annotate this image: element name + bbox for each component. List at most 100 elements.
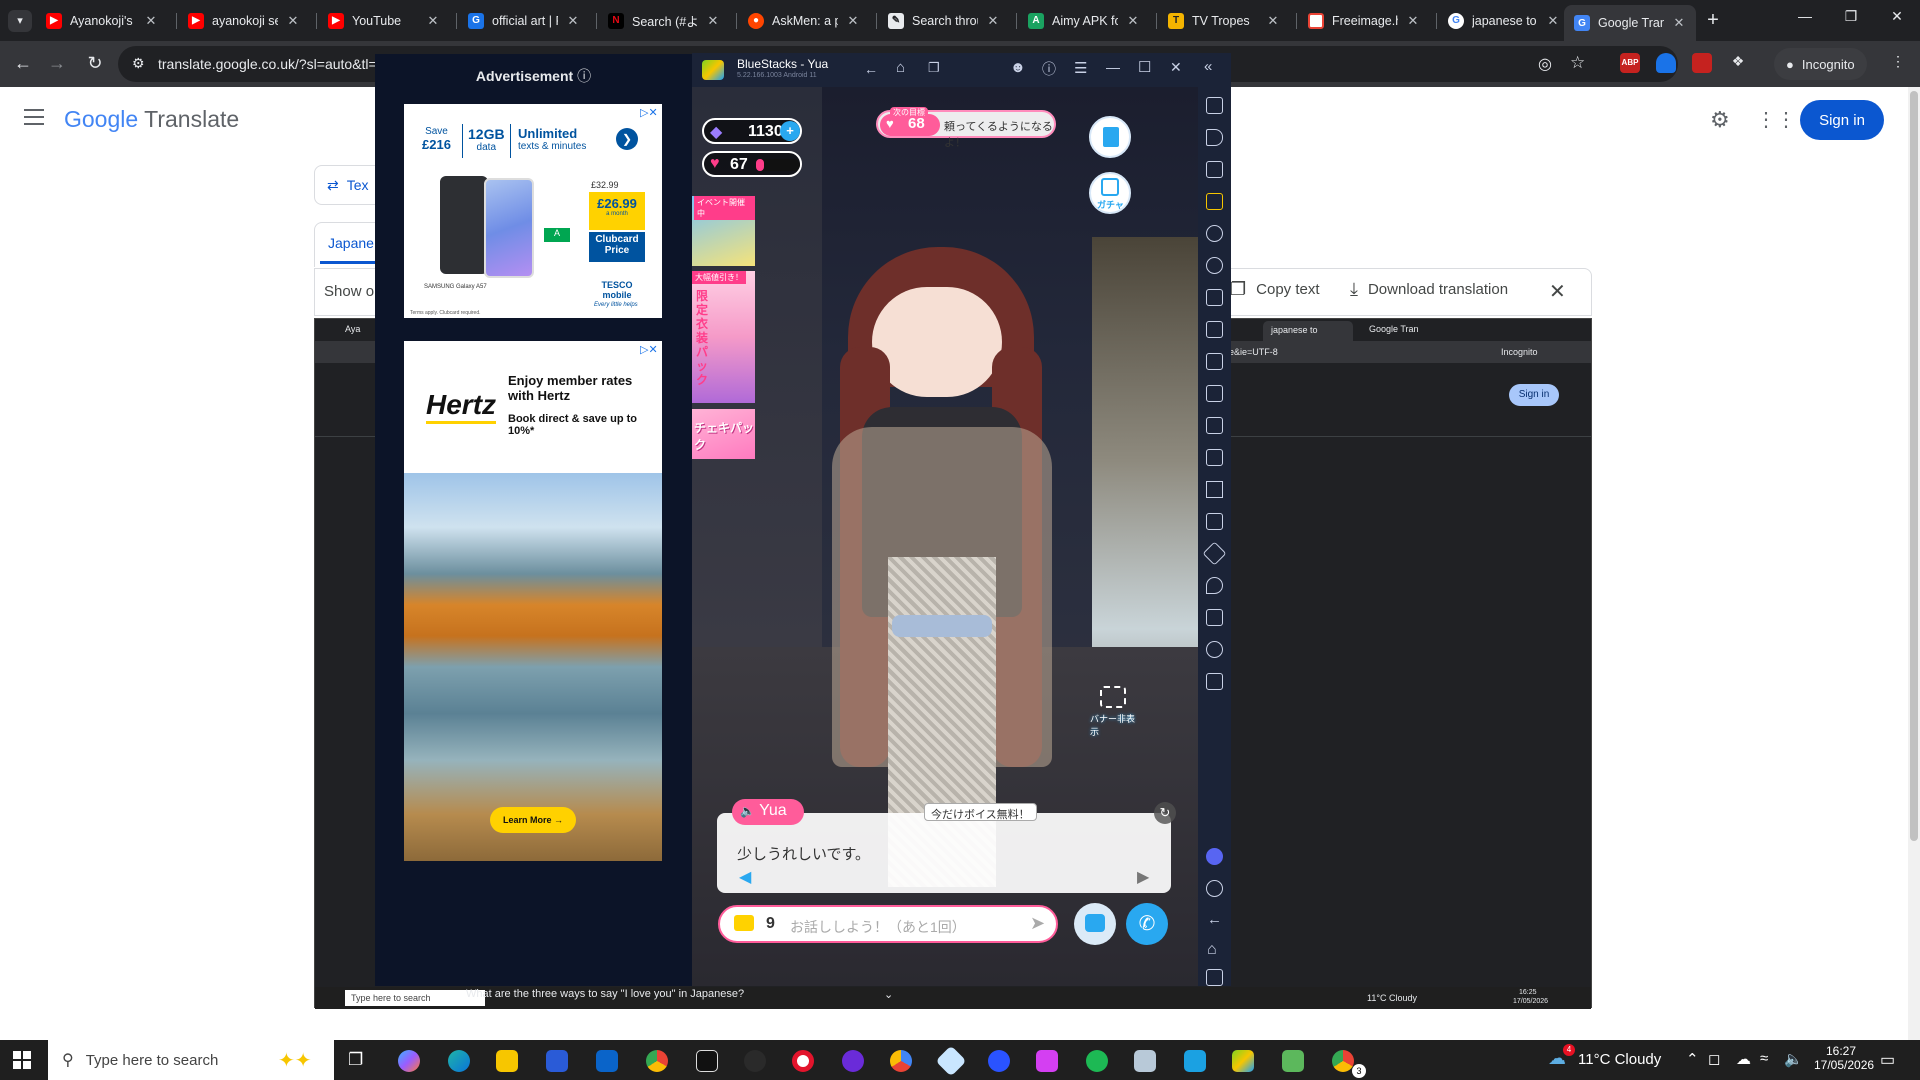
- inner-tab-2[interactable]: Google Tran: [1369, 324, 1419, 334]
- star-icon[interactable]: ☆: [1570, 53, 1585, 73]
- close-icon[interactable]: ✕: [1549, 279, 1566, 304]
- app-grey-icon[interactable]: [1134, 1050, 1156, 1072]
- onedrive-icon[interactable]: ☁: [1736, 1050, 1751, 1068]
- adchoices-icon[interactable]: ▷✕: [640, 106, 658, 119]
- hide-banner-button[interactable]: バナー非表示: [1090, 682, 1138, 737]
- site-info-icon[interactable]: ⚙: [132, 55, 145, 72]
- tab-3[interactable]: Gofficial art | F ✕: [458, 6, 590, 35]
- multi-instance-icon[interactable]: [1206, 513, 1223, 530]
- screenshot-icon[interactable]: [1206, 353, 1223, 370]
- ad-next-icon[interactable]: ❯: [616, 128, 638, 150]
- extension-red-icon[interactable]: [1692, 53, 1712, 73]
- help-icon[interactable]: ⓘ: [1042, 59, 1056, 79]
- task-view-icon[interactable]: ❐: [348, 1050, 363, 1070]
- minimize-icon[interactable]: —: [1106, 59, 1120, 75]
- app-circle-icon[interactable]: [744, 1050, 766, 1072]
- forward-icon[interactable]: →: [46, 53, 68, 74]
- tab-search-button[interactable]: ▾: [8, 10, 32, 32]
- minimize-button[interactable]: —: [1790, 8, 1820, 24]
- capture-icon[interactable]: [1206, 385, 1223, 402]
- gem-counter[interactable]: ◆ 1130 +: [702, 118, 802, 144]
- app-purple-icon[interactable]: [842, 1050, 864, 1072]
- speaker-tag[interactable]: 🔈 Yua: [732, 799, 804, 825]
- tab-6[interactable]: ✎ Search throu ✕: [878, 6, 1010, 35]
- game-screen[interactable]: ◆ 1130 + ♥ 67 次の目標 ♥ 68 頼ってくるようになるよ！ ガチャ…: [692, 87, 1198, 986]
- close-icon[interactable]: ✕: [1546, 13, 1560, 29]
- show-original-text[interactable]: Show o: [324, 283, 374, 300]
- app-magenta-icon[interactable]: [1036, 1050, 1058, 1072]
- clock[interactable]: 16:27 17/05/2026: [1814, 1044, 1874, 1072]
- inner-tab-1[interactable]: japanese to: [1263, 321, 1353, 341]
- weather-widget[interactable]: 11°C Cloudy: [1578, 1051, 1661, 1068]
- network-icon[interactable]: ≈: [1760, 1050, 1768, 1067]
- gacha-button[interactable]: ガチャ: [1089, 172, 1131, 214]
- close-icon[interactable]: ✕: [286, 13, 300, 29]
- adblock-icon[interactable]: ABP: [1620, 53, 1640, 73]
- keyboard-controls-icon[interactable]: [1206, 193, 1223, 210]
- tab-8[interactable]: T TV Tropes ✕: [1158, 6, 1290, 35]
- close-icon[interactable]: ✕: [986, 13, 1000, 29]
- recent-apps-icon[interactable]: ❐: [928, 60, 940, 76]
- voice-free-badge[interactable]: 今だけボイス無料！: [924, 803, 1037, 821]
- eco-mode-icon[interactable]: [1206, 417, 1223, 434]
- collapse-sidebar-icon[interactable]: «: [1204, 58, 1212, 75]
- cheki-banner[interactable]: チェキパック: [692, 409, 755, 459]
- chat-log-button[interactable]: [1074, 903, 1116, 945]
- tab-9[interactable]: Freeimage.h ✕: [1298, 6, 1430, 35]
- close-icon[interactable]: ✕: [566, 13, 580, 29]
- tab-4[interactable]: N Search (#よう ✕: [598, 6, 730, 35]
- call-button[interactable]: ✆: [1126, 903, 1168, 945]
- store-icon[interactable]: [546, 1050, 568, 1072]
- chevron-down-icon[interactable]: ⌄: [884, 988, 893, 1001]
- menu-icon[interactable]: ⋮: [1888, 53, 1908, 73]
- costume-banner[interactable]: 大幅値引き！ 限定衣装パック: [692, 271, 755, 403]
- back-icon[interactable]: ←: [864, 61, 878, 77]
- dialogue-box[interactable]: 少しうれしいです。 ◀ ▶: [717, 813, 1171, 893]
- app-green-icon[interactable]: [1282, 1050, 1304, 1072]
- bluestacks-taskbar-icon[interactable]: [1232, 1050, 1254, 1072]
- source-language-tab[interactable]: Japane: [328, 235, 374, 251]
- chrome-icon[interactable]: [646, 1050, 668, 1072]
- reload-icon[interactable]: ↻: [84, 53, 106, 74]
- hamburger-menu-icon[interactable]: [24, 109, 44, 125]
- taskbar-search-box[interactable]: ⚲ Type here to search ✦✦: [48, 1040, 334, 1080]
- account-icon[interactable]: ☻: [1010, 59, 1026, 76]
- meet-icon[interactable]: ◻: [1708, 1050, 1720, 1068]
- tab-10[interactable]: Gjapanese to ✕: [1438, 6, 1570, 35]
- close-icon[interactable]: ✕: [1266, 13, 1280, 29]
- maximize-icon[interactable]: ☐: [1138, 58, 1151, 76]
- recent-apps-icon[interactable]: [1206, 969, 1223, 986]
- copilot-icon[interactable]: [398, 1050, 420, 1072]
- adchoices-icon[interactable]: ▷✕: [640, 343, 658, 356]
- restore-button[interactable]: ❐: [1836, 8, 1866, 25]
- macro-icon[interactable]: [1206, 257, 1223, 274]
- chat-input[interactable]: 9 お話ししよう！（あと1回） ➤: [718, 905, 1058, 943]
- close-icon[interactable]: ✕: [846, 13, 860, 29]
- inner-tab-0[interactable]: Aya: [345, 324, 360, 334]
- tab-2[interactable]: ▶ YouTube ✕: [318, 6, 450, 35]
- tab-7[interactable]: A Aimy APK fo ✕: [1018, 6, 1150, 35]
- related-question[interactable]: What are the three ways to say "I love y…: [466, 988, 744, 1000]
- sidebar-toggle-icon[interactable]: [1206, 673, 1223, 690]
- close-icon[interactable]: ✕: [1672, 15, 1686, 31]
- close-icon[interactable]: ✕: [1170, 59, 1182, 76]
- next-line-icon[interactable]: ▶: [1137, 867, 1149, 887]
- close-icon[interactable]: ✕: [1406, 13, 1420, 29]
- google-translate-logo[interactable]: Google Translate: [64, 106, 239, 133]
- discord-icon[interactable]: [1206, 848, 1223, 865]
- puzzle-icon[interactable]: ❖: [1728, 53, 1748, 73]
- erase-icon[interactable]: [1202, 541, 1227, 566]
- settings-icon[interactable]: ⚙: [1710, 107, 1730, 133]
- info-icon[interactable]: ⓘ: [577, 68, 591, 84]
- tab-0[interactable]: ▶ Ayanokoji's a ✕: [36, 6, 168, 35]
- media-icon[interactable]: [1206, 161, 1223, 178]
- media-folder-icon[interactable]: [1206, 449, 1223, 466]
- show-hidden-icons[interactable]: ⌃: [1686, 1050, 1699, 1068]
- back-icon[interactable]: ←: [12, 53, 34, 74]
- notifications-icon[interactable]: ▭: [1880, 1050, 1895, 1070]
- page-scrollbar[interactable]: [1908, 87, 1920, 1040]
- new-tab-button[interactable]: +: [1700, 8, 1726, 34]
- close-icon[interactable]: ✕: [1126, 13, 1140, 29]
- send-icon[interactable]: ➤: [1030, 913, 1045, 934]
- refresh-icon[interactable]: ↻: [1154, 802, 1176, 824]
